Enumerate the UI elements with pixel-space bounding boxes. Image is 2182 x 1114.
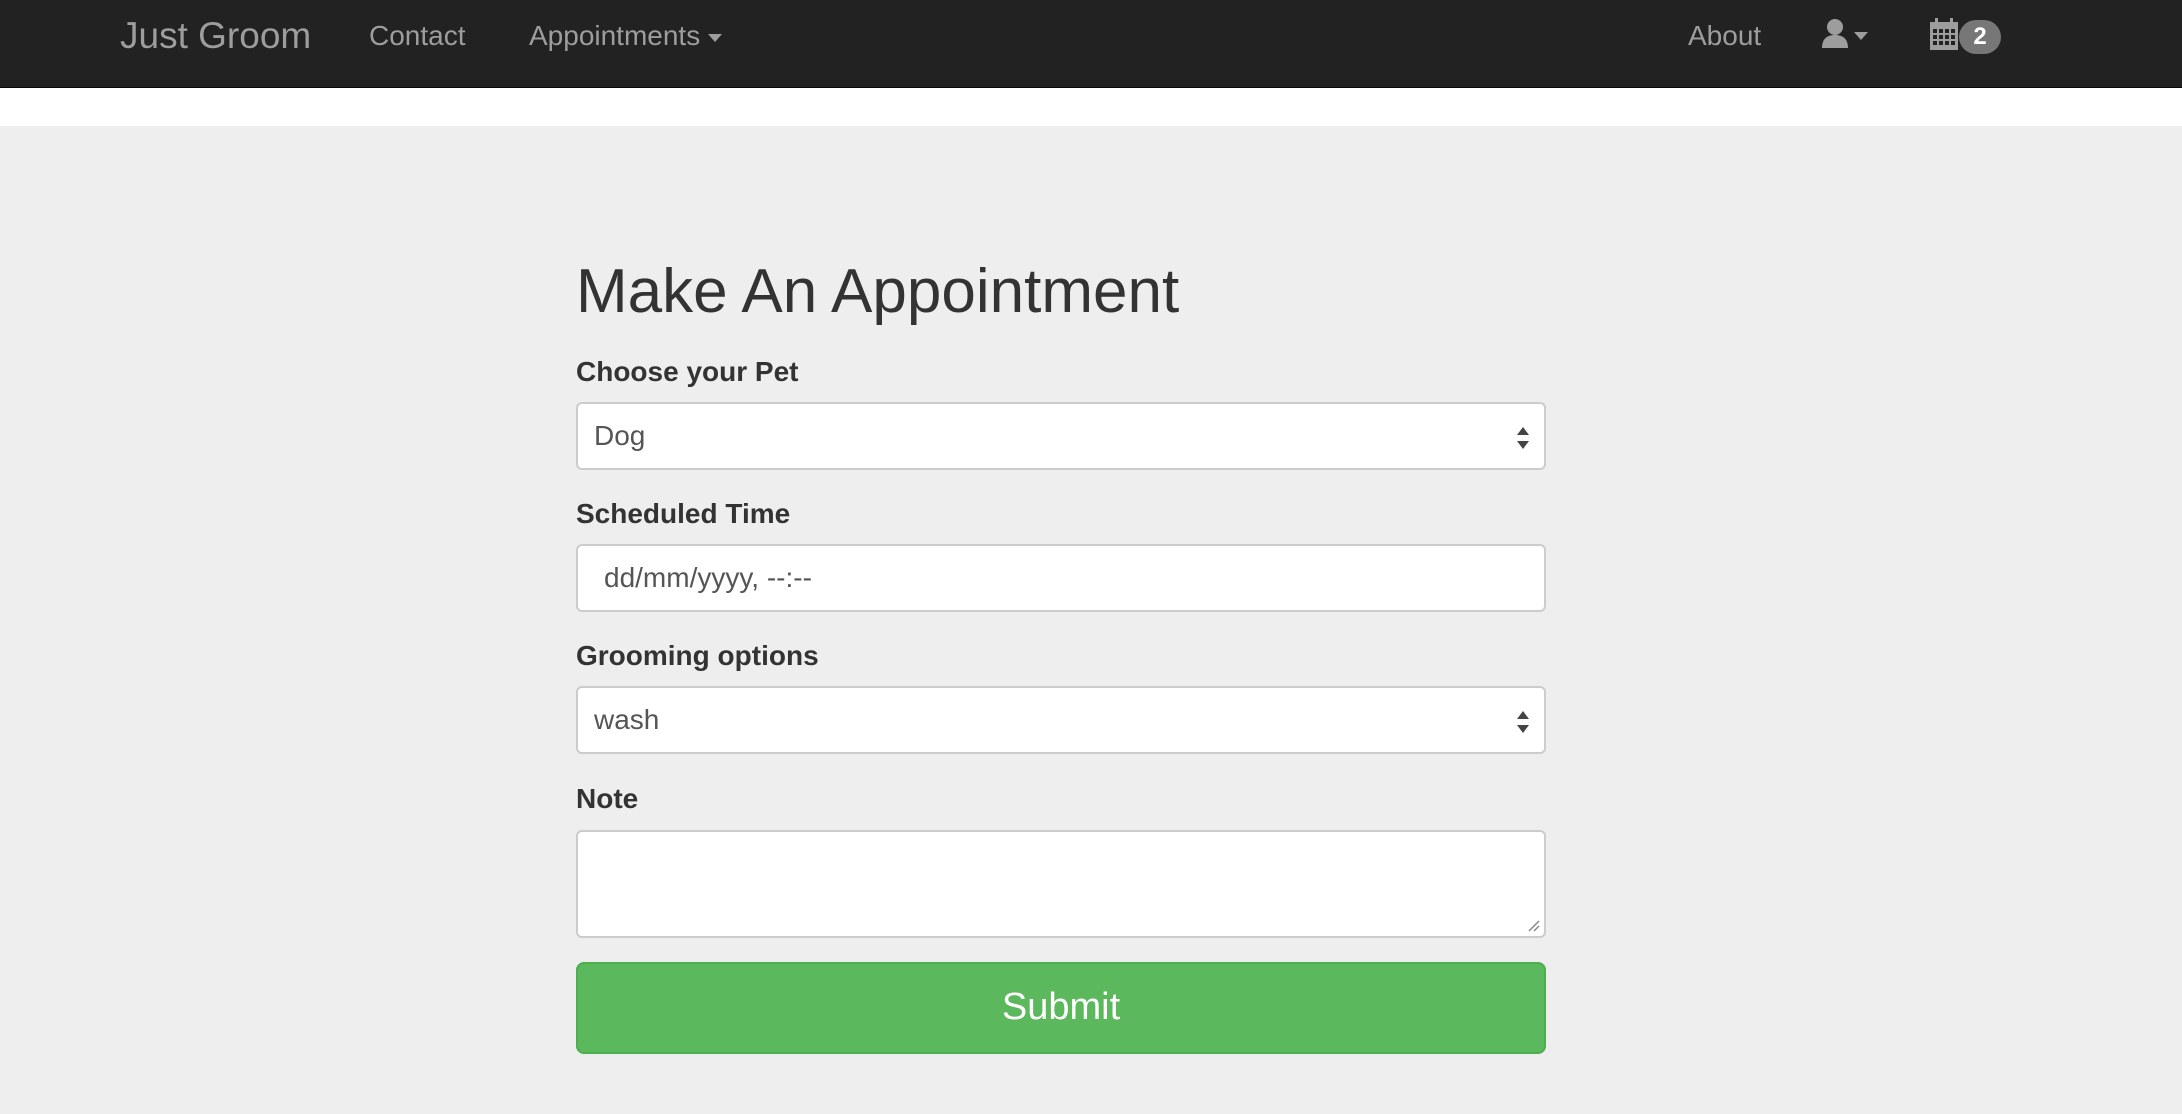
select-arrows-icon <box>1517 711 1529 733</box>
calendar-menu[interactable]: 2 <box>1929 18 2001 58</box>
header-spacer <box>0 88 2182 126</box>
nav-appointments-label: Appointments <box>529 20 701 51</box>
brand-link[interactable]: Just Groom <box>120 0 311 72</box>
resize-handle-icon[interactable] <box>1524 916 1540 932</box>
note-label: Note <box>576 783 639 814</box>
grooming-options-label: Grooming options <box>576 640 819 671</box>
top-navbar: Just Groom Contact Appointments About 2 <box>0 0 2182 88</box>
pet-label: Choose your Pet <box>576 356 799 387</box>
pet-select[interactable]: Dog <box>576 402 1546 470</box>
chevron-down-icon <box>1854 32 1868 40</box>
user-menu-dropdown[interactable] <box>1822 18 1874 54</box>
user-icon <box>1822 19 1868 48</box>
pet-select-value: Dog <box>594 420 646 451</box>
nav-about-link[interactable]: About <box>1688 0 1761 72</box>
scheduled-time-label: Scheduled Time <box>576 498 791 529</box>
appointment-count-badge: 2 <box>1959 20 2001 54</box>
grooming-options-select[interactable]: wash <box>576 686 1546 754</box>
grooming-select-value: wash <box>594 704 660 735</box>
chevron-down-icon <box>708 33 723 42</box>
main-content: Make An Appointment Choose your Pet Dog … <box>0 126 2182 1114</box>
submit-button[interactable]: Submit <box>576 962 1546 1054</box>
nav-contact-link[interactable]: Contact <box>369 0 466 72</box>
scheduled-time-placeholder: dd/mm/yyyy, --:-- <box>604 562 812 593</box>
scheduled-time-input[interactable]: dd/mm/yyyy, --:-- <box>576 544 1546 612</box>
page-title: Make An Appointment <box>576 257 1180 326</box>
calendar-icon <box>1930 18 1958 50</box>
note-textarea[interactable] <box>576 830 1546 938</box>
select-arrows-icon <box>1517 427 1529 449</box>
nav-appointments-dropdown[interactable]: Appointments <box>529 0 723 72</box>
